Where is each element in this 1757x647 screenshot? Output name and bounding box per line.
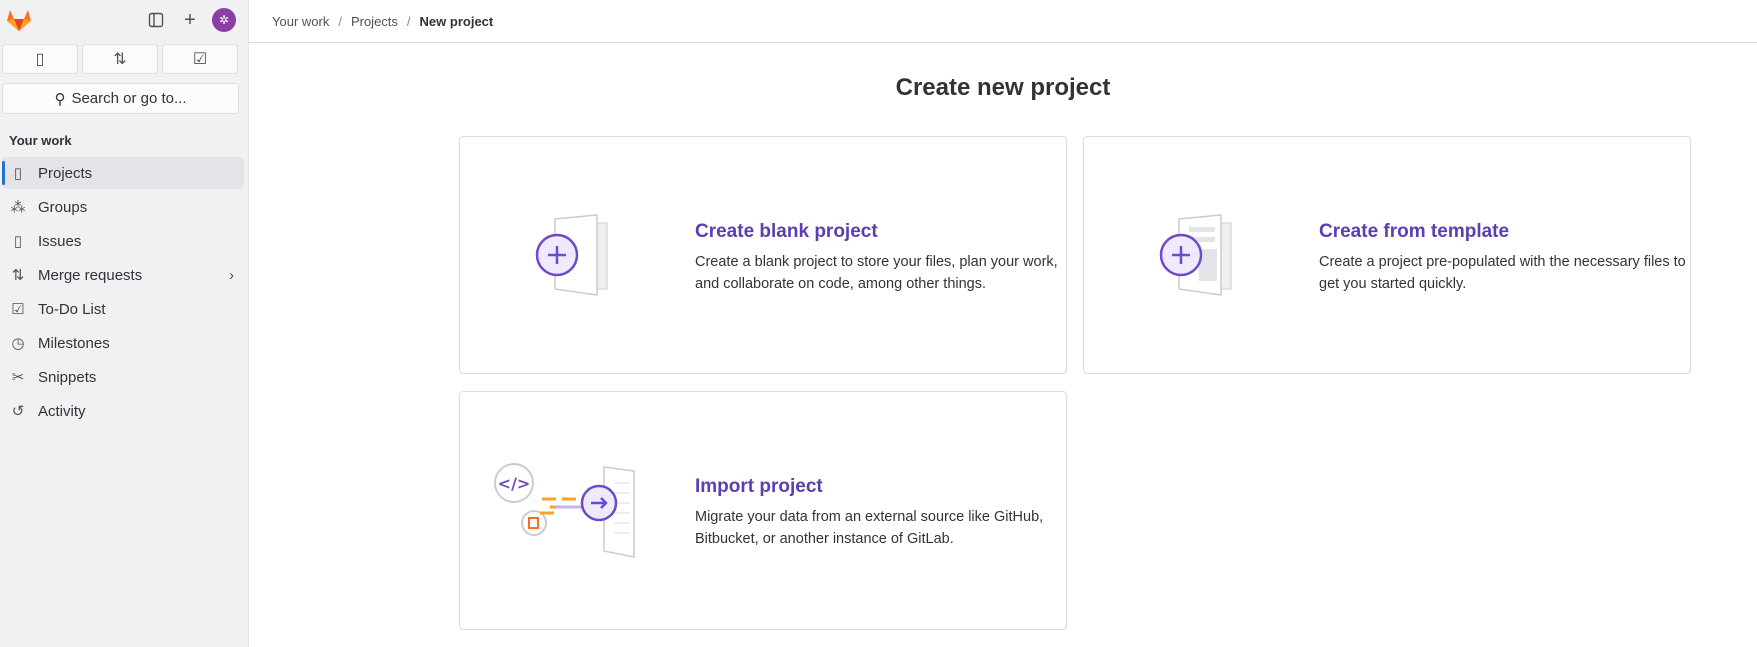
import-illustration: </>: [494, 462, 635, 558]
separator: /: [406, 13, 411, 29]
todo-icon: ☑: [192, 51, 208, 68]
label: Projects: [38, 164, 93, 182]
breadcrumb: Your work / Projects / New project: [249, 0, 1757, 43]
create-blank-project-card[interactable]: Create blank project Create a blank proj…: [459, 136, 1067, 374]
clock-icon: ◷: [11, 335, 25, 352]
search-icon: ⚲: [54, 90, 66, 108]
group-icon: ⁂: [10, 199, 26, 216]
sidebar-item-projects[interactable]: ▯ Projects: [2, 157, 244, 189]
label: Milestones: [38, 334, 110, 352]
avatar[interactable]: ✲: [212, 8, 236, 32]
todo-icon: ☑: [11, 301, 25, 318]
label: Snippets: [38, 368, 97, 386]
template-illustration: [1159, 214, 1232, 296]
history-icon: ↺: [11, 403, 25, 420]
label: Issues: [38, 232, 82, 250]
merge-requests-button[interactable]: ⇅: [82, 44, 158, 74]
blank-project-illustration: [535, 214, 608, 296]
label: Groups: [38, 198, 88, 216]
todo-button[interactable]: ☑: [162, 44, 238, 74]
card-title[interactable]: Create blank project: [695, 221, 878, 243]
card-title[interactable]: Import project: [695, 476, 823, 498]
plus-icon[interactable]: +: [178, 8, 202, 32]
snippet-icon: ✂: [11, 369, 25, 386]
sidebar-item-merge-requests[interactable]: ⇅ Merge requests ›: [2, 259, 244, 291]
sidebar-item-groups[interactable]: ⁂ Groups: [2, 191, 244, 223]
project-icon: ▯: [13, 165, 23, 182]
sidebar-item-activity[interactable]: ↺ Activity: [2, 395, 244, 427]
breadcrumb-projects[interactable]: Projects: [351, 14, 398, 29]
page-title: Create new project: [895, 74, 1111, 101]
label: Activity: [38, 402, 86, 420]
sidebar-item-snippets[interactable]: ✂ Snippets: [2, 361, 244, 393]
sidebar-item-todo[interactable]: ☑ To-Do List: [2, 293, 244, 325]
issues-icon: ▯: [35, 51, 45, 68]
toggle-sidebar-icon[interactable]: [144, 8, 168, 32]
label: To-Do List: [38, 300, 106, 318]
sidebar-item-issues[interactable]: ▯ Issues: [2, 225, 244, 257]
card-title[interactable]: Create from template: [1319, 221, 1509, 243]
separator: /: [338, 13, 342, 29]
merge-request-icon: ⇅: [11, 267, 25, 284]
chevron-right-icon[interactable]: ›: [229, 267, 234, 284]
label: Merge requests: [38, 266, 143, 284]
search-label: Search or go to...: [71, 90, 187, 107]
card-description: Create a project pre-populated with the …: [1319, 254, 1686, 292]
breadcrumb-new-project[interactable]: New project: [420, 14, 494, 29]
search-button[interactable]: ⚲ Search or go to...: [2, 83, 239, 114]
svg-text:</>: </>: [498, 474, 531, 493]
card-description: Migrate your data from an external sourc…: [695, 509, 1044, 547]
issues-icon: ▯: [13, 233, 23, 250]
sidebar-item-milestones[interactable]: ◷ Milestones: [2, 327, 244, 359]
import-project-card[interactable]: </> Import project Migrate your data fro…: [459, 391, 1067, 630]
issues-button[interactable]: ▯: [2, 44, 78, 74]
create-from-template-card[interactable]: Create from template Create a project pr…: [1083, 136, 1691, 374]
gitlab-logo-icon[interactable]: [6, 8, 32, 32]
breadcrumb-your-work[interactable]: Your work: [272, 14, 329, 29]
section-heading: Your work: [9, 133, 72, 148]
merge-request-icon: ⇅: [113, 51, 127, 68]
card-description: Create a blank project to store your fil…: [695, 254, 1058, 292]
sidebar: + ✲ ▯ ⇅ ☑ ⚲ Search or go to... Your work …: [0, 0, 249, 647]
